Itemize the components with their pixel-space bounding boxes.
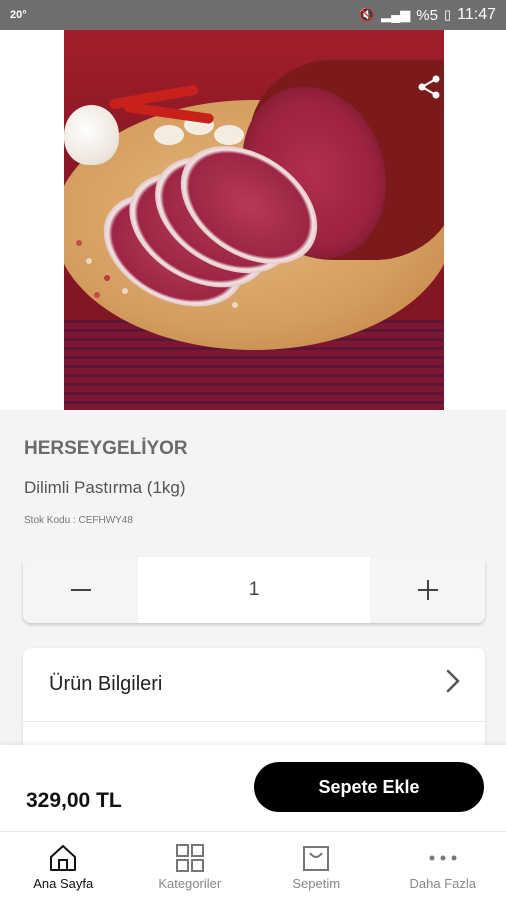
peppercorn [232, 302, 238, 308]
chevron-left-icon [27, 73, 41, 97]
temperature: 20° [10, 9, 27, 21]
peppercorn [76, 240, 82, 246]
status-bar: 20° 🔇 ▂▄▆ %5 ▯ 11:47 [0, 0, 506, 30]
stock-code: Stok Kodu : CEFHWY48 [24, 515, 133, 526]
peppercorn [86, 258, 92, 264]
product-title: Dilimli Pastırma (1kg) [24, 478, 186, 497]
peppercorn [94, 292, 100, 298]
mute-icon: 🔇 [358, 7, 376, 22]
plus-icon [417, 580, 438, 600]
increase-quantity-button[interactable] [370, 557, 485, 623]
back-button[interactable] [20, 72, 50, 104]
decrease-quantity-button[interactable] [23, 557, 138, 623]
garlic-bulb [64, 105, 119, 165]
battery-icon: ▯ [443, 7, 452, 22]
tab-cart[interactable]: Sepetim [253, 832, 380, 900]
battery-percent: %5 [416, 6, 438, 24]
garlic-clove [154, 125, 184, 145]
add-to-cart-button[interactable]: Sepete Ekle [254, 762, 484, 812]
product-details: HERSEYGELİYOR Dilimli Pastırma (1kg) Sto… [0, 410, 506, 758]
quantity-stepper: 1 [23, 557, 485, 623]
tab-more[interactable]: Daha Fazla [380, 832, 506, 900]
home-icon [50, 845, 77, 871]
product-info-label: Ürün Bilgileri [49, 673, 163, 695]
bag-icon [303, 846, 330, 871]
bottom-tab-bar: Ana Sayfa Kategoriler Sepetim Daha Fazla [0, 831, 506, 900]
garlic-clove [214, 125, 244, 145]
price: 329,00 TL [26, 789, 122, 812]
tab-categories[interactable]: Kategoriler [127, 832, 254, 900]
product-hero [0, 30, 506, 410]
product-image[interactable] [64, 30, 444, 410]
tab-home[interactable]: Ana Sayfa [0, 832, 127, 900]
share-button[interactable] [414, 74, 444, 106]
chevron-right-icon [445, 668, 461, 701]
more-icon [429, 855, 457, 861]
product-info-card: Ürün Bilgileri [23, 648, 485, 758]
grid-icon [175, 844, 204, 872]
quantity-value[interactable]: 1 [138, 557, 370, 623]
peppercorn [104, 275, 110, 281]
signal-icon: ▂▄▆ [381, 7, 411, 22]
peppercorn [122, 288, 128, 294]
minus-icon [70, 589, 91, 591]
tab-label: Daha Fazla [409, 876, 476, 891]
purchase-bar: 329,00 TL Sepete Ekle [0, 745, 506, 831]
tab-label: Kategoriler [158, 876, 222, 891]
tab-label: Sepetim [292, 876, 341, 891]
brand-name: HERSEYGELİYOR [24, 438, 188, 459]
share-icon [418, 75, 440, 99]
product-info-row[interactable]: Ürün Bilgileri [23, 648, 485, 722]
tab-label: Ana Sayfa [33, 876, 94, 891]
clock: 11:47 [457, 6, 496, 23]
